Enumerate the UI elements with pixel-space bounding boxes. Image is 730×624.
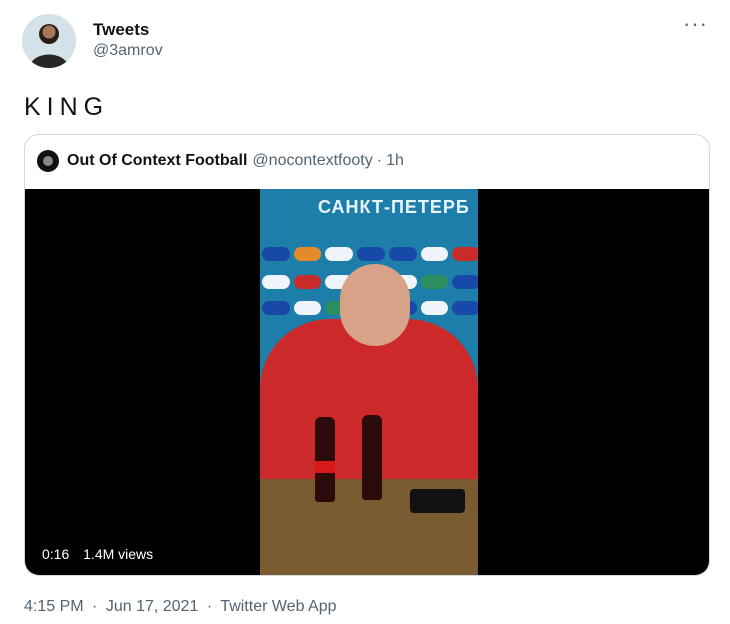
more-horizontal-icon[interactable]: ···: [683, 13, 708, 35]
video-frame: САНКТ-ПЕТЕРБ: [260, 189, 478, 575]
author-handle[interactable]: @3amrov: [93, 40, 163, 62]
sponsor-row: [260, 247, 478, 265]
sponsor-logo: [262, 247, 290, 261]
sponsor-logo: [293, 247, 322, 261]
tweet-footer: 4:15 PM · Jun 17, 2021 · Twitter Web App: [24, 598, 341, 616]
header-separator: ·: [376, 152, 383, 169]
sponsor-logo: [325, 247, 354, 261]
quoted-tweet-header: Out Of Context Football @nocontextfooty …: [37, 150, 404, 172]
backdrop-text: САНКТ-ПЕТЕРБ: [318, 197, 470, 217]
footer-separator: ·: [92, 598, 98, 615]
tweet-header: Tweets @3amrov: [22, 14, 163, 68]
quoted-user-avatar[interactable]: [37, 150, 59, 172]
sponsor-logo: [420, 275, 449, 289]
bottle-label: [315, 461, 335, 473]
tweet-time[interactable]: 4:15 PM: [24, 598, 84, 615]
quoted-tweet-card[interactable]: Out Of Context Football @nocontextfooty …: [24, 134, 710, 576]
author-name[interactable]: Tweets: [93, 20, 163, 40]
video-stats: 0:16 1.4M views: [42, 546, 153, 562]
sponsor-logo: [388, 247, 417, 261]
sponsor-logo: [452, 301, 478, 315]
quoted-user-name[interactable]: Out Of Context Football: [67, 152, 247, 170]
person-head: [340, 264, 410, 346]
cola-bottle: [315, 417, 335, 502]
user-avatar[interactable]: [22, 14, 76, 68]
sponsor-logo: [357, 247, 385, 261]
quoted-user-handle[interactable]: @nocontextfooty: [252, 152, 372, 170]
sponsor-logo: [452, 247, 478, 261]
sponsor-logo: [452, 275, 478, 289]
cola-bottle: [362, 415, 382, 500]
sponsor-logo: [262, 275, 290, 289]
video-player[interactable]: САНКТ-ПЕТЕРБ 0:16 1.4M views: [25, 189, 709, 575]
video-elapsed-time: 0:16: [42, 546, 70, 562]
author-block: Tweets @3amrov: [93, 20, 163, 62]
user-avatar-image: [22, 14, 76, 68]
sponsor-logo: [420, 247, 449, 261]
video-views: 1.4M views: [83, 546, 154, 562]
sponsor-logo: [262, 301, 290, 315]
tweet-text: KING: [24, 93, 110, 121]
quoted-time[interactable]: 1h: [386, 152, 404, 170]
tweet-date[interactable]: Jun 17, 2021: [106, 598, 199, 615]
microphone: [410, 489, 465, 513]
sponsor-logo: [293, 301, 322, 315]
tweet-source[interactable]: Twitter Web App: [220, 598, 336, 615]
sponsor-logo: [293, 275, 322, 289]
footer-separator: ·: [206, 598, 213, 615]
sponsor-logo: [420, 301, 449, 315]
